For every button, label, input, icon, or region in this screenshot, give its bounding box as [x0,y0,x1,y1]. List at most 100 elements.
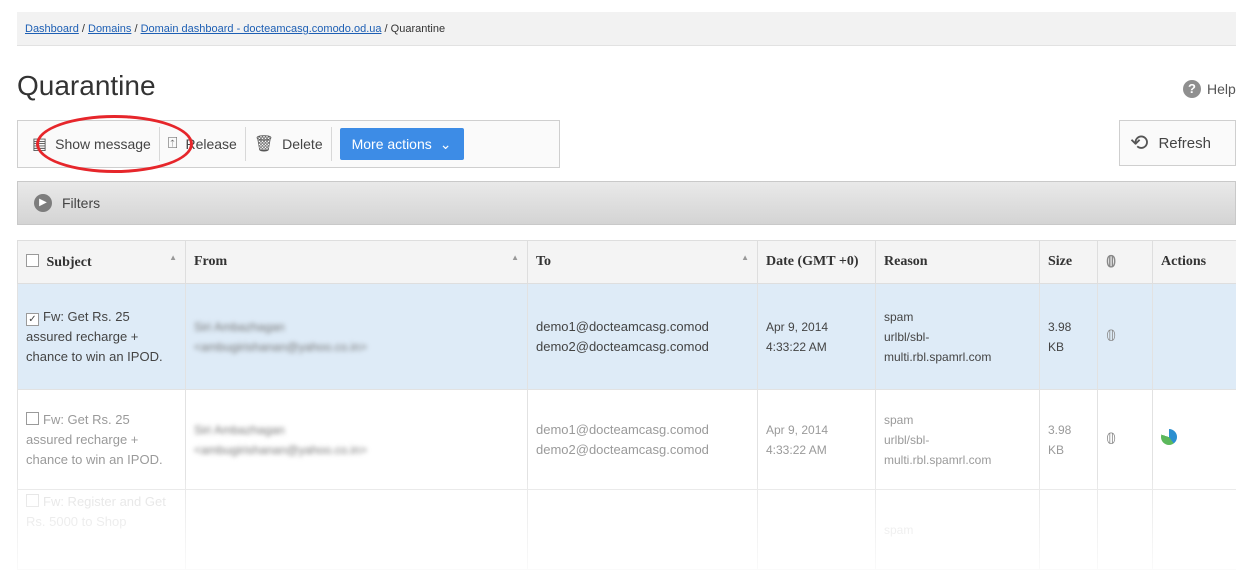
row-checkbox[interactable] [26,494,39,507]
breadcrumb-link-domains[interactable]: Domains [88,23,131,35]
cell-reason: spam urlbl/sbl- multi.rbl.spamrl.com [875,389,1040,490]
delete-label: Delete [282,136,323,152]
to-address: demo2@docteamcasg.comod [536,338,709,354]
cell-from: Siri Ambazhagan <ambugirishanan@yahoo.co… [185,389,528,490]
from-name: Siri Ambazhagan [194,319,285,334]
cell-attachment: 𝟘 [1097,283,1153,390]
breadcrumb-separator: / [78,23,88,35]
header-actions-label: Actions [1161,254,1207,269]
cell-attachment: 𝟘 [1097,389,1153,490]
expand-arrow-icon: ▶ [34,194,52,212]
size-unit: KB [1048,339,1065,354]
refresh-label: Refresh [1158,134,1211,152]
filters-panel-toggle[interactable]: ▶ Filters [17,181,1236,225]
release-label: Release [185,136,237,152]
header-attachment[interactable]: 𝟘 [1097,240,1153,284]
paperclip-icon: 𝟘 [1106,327,1117,345]
size-unit: KB [1048,442,1065,457]
show-message-button[interactable]: ▤ Show message [24,127,160,161]
release-action-icon[interactable] [1161,428,1177,445]
cell-from: Siri Ambazhagan <ambugirishanan@yahoo.co… [185,283,528,390]
cell-to: demo1@docteamcasg.comod demo2@docteamcas… [527,283,758,390]
header-size[interactable]: Size [1039,240,1098,284]
header-reason-label: Reason [884,254,928,269]
refresh-button[interactable]: ⟲ Refresh [1119,120,1236,166]
header-subject[interactable]: Subject ▲ [17,240,186,284]
to-address: demo1@docteamcasg.comod [536,421,709,437]
chevron-down-icon: ⌄ [439,135,452,152]
cell-from [185,489,528,570]
subject-text: Fw: Get Rs. 25 assured recharge + chance… [26,411,163,467]
table-row[interactable]: Fw: Register and Get Rs. 5000 to Shop sp… [17,489,1236,570]
breadcrumb-separator: / [131,23,141,35]
show-message-label: Show message [55,136,151,152]
trash-icon: 🗑 [253,136,275,153]
page-title: Quarantine [17,70,156,101]
select-all-checkbox[interactable] [26,253,39,267]
cell-subject: Fw: Register and Get Rs. 5000 to Shop [17,489,186,570]
cell-subject: Fw: Get Rs. 25 assured recharge + chance… [17,389,186,490]
cell-size: 3.98 KB [1039,389,1098,490]
cell-reason: spam [875,489,1040,570]
question-icon: ? [1183,80,1201,98]
breadcrumb-link-domain-dashboard[interactable]: Domain dashboard - docteamcasg.comodo.od… [141,23,382,35]
cell-size: 3.98 KB [1039,283,1098,390]
header-from-label: From [194,254,228,269]
help-link[interactable]: ? Help [1183,80,1236,98]
reason-text: multi.rbl.spamrl.com [884,452,992,467]
breadcrumb-separator: / [381,23,391,35]
header-to[interactable]: To ▲ [527,240,758,284]
delete-button[interactable]: 🗑 Delete [246,127,332,161]
action-toolbar: ▤ Show message ⍐ Release 🗑 Delete More a… [17,120,560,168]
header-size-label: Size [1048,254,1073,269]
quarantine-table: Subject ▲ From ▲ To ▲ Date (GMT +0) Reas… [17,240,1236,570]
to-address: demo1@docteamcasg.comod [536,318,709,334]
table-header-row: Subject ▲ From ▲ To ▲ Date (GMT +0) Reas… [17,240,1236,284]
table-row[interactable]: ✓ Fw: Get Rs. 25 assured recharge + chanc… [17,283,1236,390]
release-icon: ⍐ [167,135,178,152]
size-value: 3.98 [1048,319,1072,334]
cell-actions [1152,283,1236,390]
sort-icon: ▲ [741,253,749,262]
cell-to [527,489,758,570]
date-text: Apr 9, 2014 [766,422,829,437]
time-text: 4:33:22 AM [766,339,827,354]
sort-icon: ▲ [511,253,519,262]
cell-date [757,489,876,570]
message-icon: ▤ [32,136,48,153]
cell-to: demo1@docteamcasg.comod demo2@docteamcas… [527,389,758,490]
reason-text: spam [884,522,914,537]
cell-actions [1152,489,1236,570]
paperclip-icon: 𝟘 [1106,430,1117,448]
header-to-label: To [536,254,552,269]
cell-attachment [1097,489,1153,570]
reason-text: urlbl/sbl- [884,329,930,344]
table-row[interactable]: Fw: Get Rs. 25 assured recharge + chance… [17,389,1236,490]
reason-text: spam [884,309,914,324]
from-name: Siri Ambazhagan [194,422,285,437]
row-checkbox[interactable] [26,411,39,425]
from-email: <ambugirishanan@yahoo.co.in> [194,442,367,457]
header-date[interactable]: Date (GMT +0) [757,240,876,284]
reason-text: spam [884,412,914,427]
from-email: <ambugirishanan@yahoo.co.in> [194,339,367,354]
breadcrumb-link-dashboard[interactable]: Dashboard [25,23,79,35]
header-from[interactable]: From ▲ [185,240,528,284]
sort-icon: ▲ [169,253,177,262]
reason-text: multi.rbl.spamrl.com [884,349,992,364]
more-actions-label: More actions [351,136,432,152]
subject-text: Fw: Register and Get Rs. 5000 to Shop [26,494,166,529]
header-subject-label: Subject [46,254,92,270]
header-actions: Actions [1152,240,1236,284]
refresh-icon: ⟲ [1130,130,1149,155]
more-actions-button[interactable]: More actions ⌄ [339,128,464,160]
header-reason[interactable]: Reason [875,240,1040,284]
time-text: 4:33:22 AM [766,442,827,457]
cell-date: Apr 9, 2014 4:33:22 AM [757,283,876,390]
to-address: demo2@docteamcasg.comod [536,441,709,457]
row-checkbox[interactable]: ✓ [26,312,39,326]
reason-text: urlbl/sbl- [884,432,930,447]
release-button[interactable]: ⍐ Release [160,127,246,161]
cell-size [1039,489,1098,570]
header-date-label: Date (GMT +0) [766,254,859,269]
